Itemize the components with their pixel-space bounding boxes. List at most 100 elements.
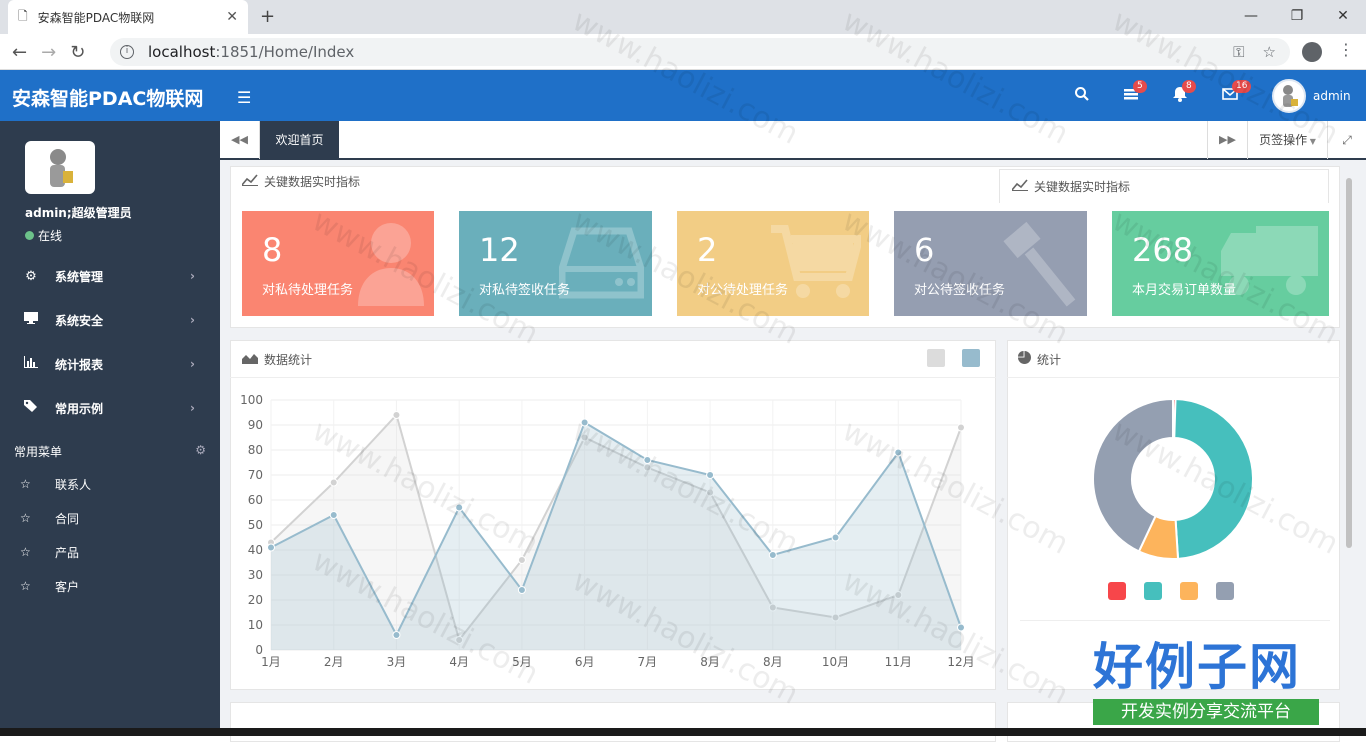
sidebar-item-system-security[interactable]: 系统安全 › [0,298,220,342]
pie-legend-swatch [1180,582,1198,600]
line-chart-icon [241,173,258,190]
close-window-icon[interactable]: ✕ [1320,0,1366,34]
menu-toggle-icon[interactable]: ☰ [237,88,251,107]
chevron-right-icon: › [190,269,195,283]
kpi-card-private-sign[interactable]: 12 对私待签收任务 [459,211,652,316]
y-tick-label: 40 [248,543,263,557]
pie-chart-icon [1018,351,1031,368]
x-tick-label: 10月 [822,655,849,669]
maximize-icon[interactable]: ❐ [1274,0,1320,34]
close-tab-icon[interactable]: ✕ [226,9,238,25]
stats-panel-title: 数据统计 [264,353,313,367]
app-header [0,70,1366,121]
browser-menu-icon[interactable]: ⋮ [1338,40,1354,59]
forward-icon[interactable]: → [41,42,56,63]
pie-legend-swatch [1108,582,1126,600]
data-point[interactable] [392,631,401,639]
data-point[interactable] [831,533,840,542]
kpi-tab[interactable]: 关键数据实时指标 [999,169,1329,203]
data-point[interactable] [329,478,338,487]
tab-operations-label: 页签操作 [1259,133,1308,147]
search-icon[interactable] [1074,86,1090,106]
data-point[interactable] [329,511,338,519]
data-point[interactable] [643,456,652,464]
x-tick-label: 6月 [575,655,595,669]
new-tab-icon[interactable]: + [260,6,275,27]
bar-chart-icon [20,356,42,372]
data-point[interactable] [957,623,965,632]
kpi-card-private-pending[interactable]: 8 对私待处理任务 [242,211,434,316]
browser-tab[interactable]: 🗋 安森智能PDAC物联网 ✕ [8,0,248,34]
brand-watermark: 好例子网 开发实例分享交流平台 [1093,637,1319,731]
pie-legend-swatch [1216,582,1234,600]
kpi-value: 2 [697,231,718,269]
user-avatar[interactable] [1272,79,1306,113]
profile-icon[interactable] [1302,42,1322,62]
tab-next-icon[interactable]: ▶▶ [1207,121,1247,159]
caret-down-icon: ▼ [1307,137,1316,146]
envelope-icon[interactable]: 16 [1222,80,1252,106]
star-icon: ☆ [20,579,31,593]
data-point[interactable] [267,543,275,552]
brand-big-text: 好例子网 [1093,638,1301,696]
data-point[interactable] [580,418,589,427]
data-point[interactable] [957,423,965,432]
favorite-label: 产品 [55,545,80,560]
sidebar-item-reports[interactable]: 统计报表 › [0,342,220,386]
key-icon[interactable]: ⚿ [1233,43,1244,61]
kpi-label: 对公待签收任务 [914,283,1006,298]
chevron-right-icon: › [190,401,195,415]
kpi-card-monthly-orders[interactable]: 268 本月交易订单数量 [1112,211,1329,316]
tasks-icon[interactable]: 5 [1123,80,1147,106]
back-icon[interactable]: ← [12,42,27,63]
url-input[interactable]: i localhost:1851/Home/Index ⚿ ☆ [110,38,1290,66]
desktop-icon [20,312,42,328]
donut-slice[interactable] [1173,398,1254,560]
donut-chart [1092,397,1254,560]
x-tick-label: 5月 [512,655,532,669]
data-point[interactable] [706,471,715,479]
favorite-item-products[interactable]: ☆ 产品 [20,535,79,569]
x-tick-label: 11月 [885,655,912,669]
bottom-panel-left [230,702,996,742]
kpi-card-public-pending[interactable]: 2 对公待处理任务 [677,211,869,316]
favorite-item-contracts[interactable]: ☆ 合同 [20,501,79,535]
favorite-item-customers[interactable]: ☆ 客户 [20,569,79,603]
kpi-panel-title: 关键数据实时指标 [264,175,361,189]
data-point[interactable] [517,586,526,594]
minimize-icon[interactable]: — [1228,0,1274,34]
x-tick-label: 1月 [261,655,281,669]
tab-prev-icon[interactable]: ◀◀ [220,121,260,159]
gear-icon[interactable]: ⚙ [195,443,206,457]
status-text: 在线 [38,229,63,243]
scrollbar-thumb[interactable] [1346,178,1352,548]
info-icon[interactable]: i [120,45,134,59]
header-username[interactable]: admin [1313,89,1351,103]
star-icon[interactable]: ☆ [1263,43,1276,61]
chevron-right-icon: › [190,357,195,371]
x-tick-label: 7月 [638,655,658,669]
online-dot-icon [25,231,34,240]
y-tick-label: 80 [248,443,263,457]
area-chart-icon [242,352,258,368]
fullscreen-icon[interactable]: ⤢ [1327,121,1366,159]
data-point[interactable] [517,556,526,564]
x-tick-label: 12月 [947,655,974,669]
data-point[interactable] [455,503,464,512]
kpi-card-public-sign[interactable]: 6 对公待签收任务 [894,211,1087,316]
y-tick-label: 20 [248,593,263,607]
favorite-item-contacts[interactable]: ☆ 联系人 [20,467,91,501]
reload-icon[interactable]: ↻ [70,42,85,63]
tab-operations-dropdown[interactable]: 页签操作 ▼ [1247,121,1327,159]
bell-icon[interactable]: 8 [1172,80,1196,106]
sidebar-item-system-mgmt[interactable]: ⚙ 系统管理 › [0,254,220,298]
tab-home[interactable]: 欢迎首页 [260,121,339,160]
y-tick-label: 10 [248,618,263,632]
data-point[interactable] [392,411,401,419]
kpi-value: 8 [262,231,283,269]
data-point[interactable] [894,448,903,457]
sidebar-username: admin;超级管理员 [25,206,132,220]
legend-swatch-2 [962,349,980,367]
data-point[interactable] [768,551,777,559]
sidebar-item-examples[interactable]: 常用示例 › [0,386,220,430]
